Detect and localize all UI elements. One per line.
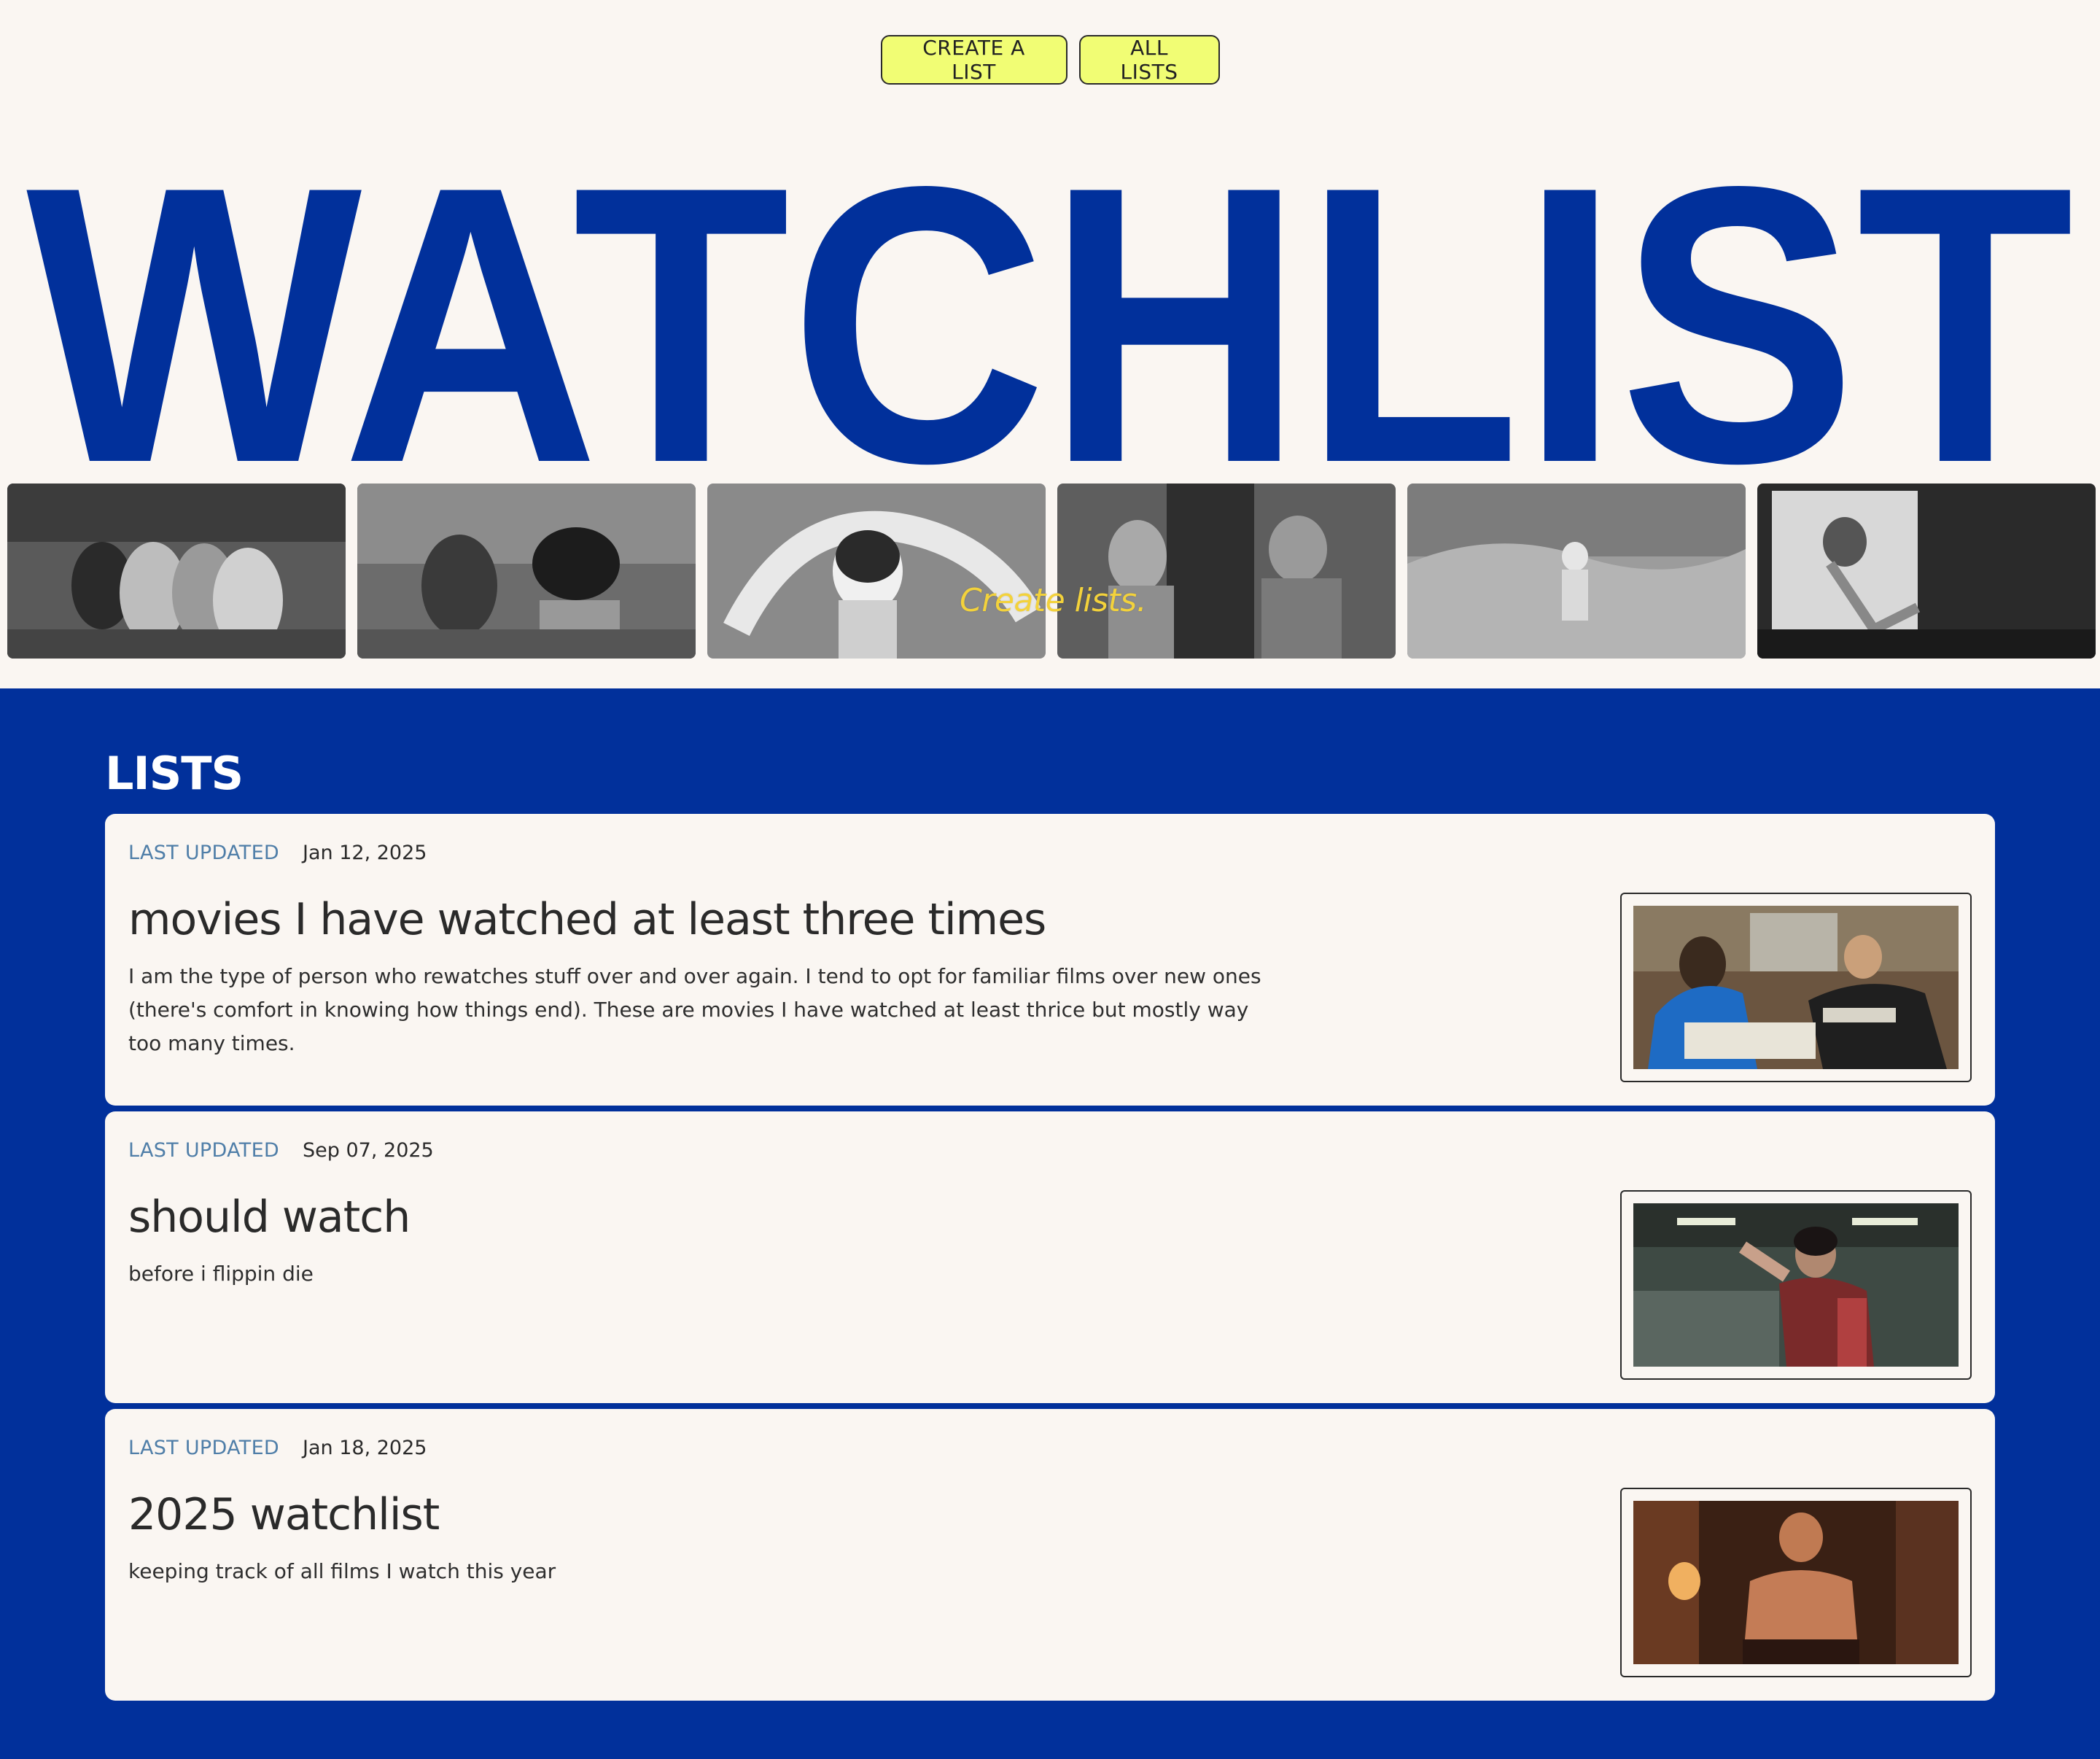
- lists-heading: LISTS: [105, 747, 244, 800]
- film-still-1: [7, 484, 346, 659]
- card-meta: LAST UPDATED Sep 07, 2025: [128, 1139, 434, 1162]
- last-updated-date: Jan 18, 2025: [303, 1437, 427, 1459]
- list-title[interactable]: should watch: [128, 1192, 411, 1243]
- film-strip: [7, 484, 2097, 659]
- last-updated-label: LAST UPDATED: [128, 1437, 280, 1459]
- list-description: before i flippin die: [128, 1262, 314, 1286]
- create-list-button[interactable]: CREATE A LIST: [880, 35, 1068, 85]
- list-title[interactable]: 2025 watchlist: [128, 1489, 440, 1540]
- last-updated-label: LAST UPDATED: [128, 1139, 280, 1162]
- film-still-6: [1757, 484, 2096, 659]
- list-thumbnail[interactable]: [1620, 1190, 1972, 1380]
- list-thumbnail[interactable]: [1620, 1488, 1972, 1677]
- last-updated-date: Jan 12, 2025: [303, 842, 427, 864]
- list-description: keeping track of all films I watch this …: [128, 1559, 556, 1583]
- list-thumbnail[interactable]: [1620, 893, 1972, 1082]
- list-card[interactable]: LAST UPDATED Jan 18, 2025 2025 watchlist…: [105, 1409, 1995, 1701]
- film-still-2: [357, 484, 696, 659]
- hero-tagline: Create lists.: [960, 582, 1147, 619]
- card-meta: LAST UPDATED Jan 12, 2025: [128, 842, 427, 864]
- watchlist-wordmark: WATCHLIST: [26, 169, 2074, 468]
- card-meta: LAST UPDATED Jan 18, 2025: [128, 1437, 427, 1459]
- film-still-3: [707, 484, 1046, 659]
- last-updated-date: Sep 07, 2025: [303, 1139, 434, 1162]
- film-still-4: [1057, 484, 1396, 659]
- top-nav: CREATE A LIST ALL LISTS: [0, 35, 2100, 85]
- list-description: I am the type of person who rewatches st…: [128, 964, 1261, 1055]
- list-title[interactable]: movies I have watched at least three tim…: [128, 894, 1046, 945]
- last-updated-label: LAST UPDATED: [128, 842, 280, 864]
- list-card[interactable]: LAST UPDATED Sep 07, 2025 should watch b…: [105, 1111, 1995, 1403]
- wordmark-text: WATCHLIST: [26, 169, 2074, 468]
- lists-section: LISTS LAST UPDATED Jan 12, 2025 movies I…: [0, 688, 2100, 1759]
- film-still-5: [1407, 484, 1746, 659]
- list-card[interactable]: LAST UPDATED Jan 12, 2025 movies I have …: [105, 814, 1995, 1106]
- all-lists-button[interactable]: ALL LISTS: [1078, 35, 1220, 85]
